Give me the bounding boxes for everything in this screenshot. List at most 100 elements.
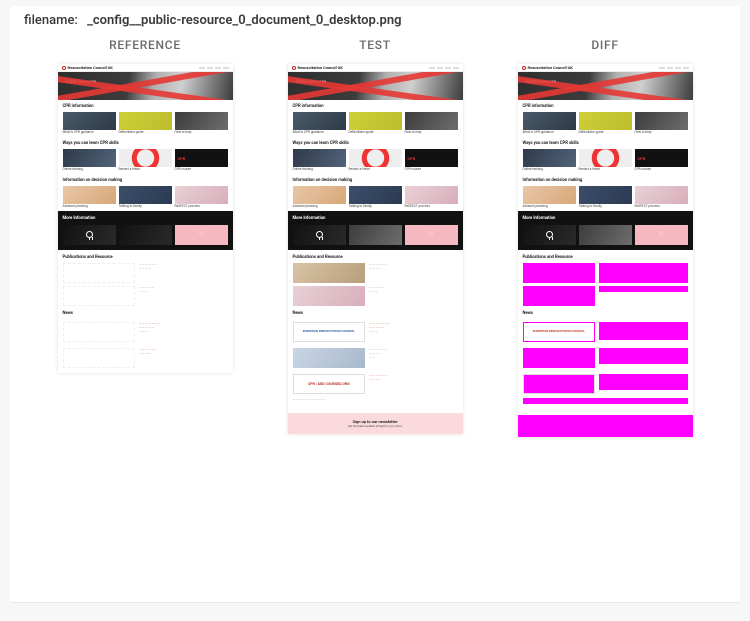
section-more-info: More Information xyxy=(58,211,233,249)
hero-title: Public Resource xyxy=(296,80,327,85)
card-caption: Defibrillator guide xyxy=(119,131,172,135)
section-heading: Publications and Resource xyxy=(523,255,688,260)
card-caption: CPR course xyxy=(635,168,688,172)
column-test: TEST Resuscitation Council UK Public Res… xyxy=(278,38,472,437)
column-diff: DIFF Resuscitation Council UK Public Res… xyxy=(508,38,702,437)
pin-icon xyxy=(316,231,323,238)
section-publications: Publications and Resource — — — — — —— —… xyxy=(288,250,463,407)
card-caption: Advance planning xyxy=(523,205,576,209)
section-heading: More Information xyxy=(523,216,688,221)
footer-text: — — — — — — — — — — — xyxy=(293,398,458,402)
newsletter-banner: Sign up to our newsletter Get the latest… xyxy=(288,413,463,434)
column-title-reference: REFERENCE xyxy=(109,38,181,52)
site-nav xyxy=(659,67,689,69)
section-heading: Publications and Resource xyxy=(63,255,228,260)
card-caption: Advance planning xyxy=(63,205,116,209)
card-caption: Advance planning xyxy=(293,205,346,209)
card-thumb xyxy=(63,112,116,130)
card-caption: Restart a Heart xyxy=(119,168,172,172)
card-caption: Online training xyxy=(63,168,116,172)
pin-icon xyxy=(86,231,93,238)
column-title-test: TEST xyxy=(359,38,391,52)
card-caption: Restart a Heart xyxy=(579,168,632,172)
logo-icon xyxy=(522,66,526,70)
hero-banner: Public Resource xyxy=(58,72,233,100)
diff-region xyxy=(523,286,596,306)
news-blurb: — — — — — —— — — — xyxy=(139,348,157,356)
site-nav xyxy=(429,67,459,69)
snapshot-reference[interactable]: Resuscitation Council UK Public Resource… xyxy=(58,64,233,373)
card-caption: CPR course xyxy=(175,168,228,172)
pub-text: — — — — — —— — — — xyxy=(369,263,457,283)
pub-image xyxy=(293,348,366,368)
more-tile xyxy=(349,225,402,245)
newsletter-subtitle: Get the latest updates straight to your … xyxy=(292,425,459,428)
news-blurb: — — — — — — —— — — — —— — — xyxy=(369,322,390,334)
partner-logo-text: CPR | AED COURSES.ORG xyxy=(308,382,350,386)
card-caption: What is CPR guidance xyxy=(293,131,346,135)
site-header: Resuscitation Council UK xyxy=(58,64,233,72)
card-thumb xyxy=(175,112,228,130)
pub-text: — — — — —— — — xyxy=(369,286,457,306)
snapshot-test[interactable]: Resuscitation Council UK Public Resource… xyxy=(288,64,463,434)
diff-region xyxy=(523,398,688,404)
card-thumb xyxy=(119,149,172,167)
divider xyxy=(10,602,740,603)
section-heading: CPR information xyxy=(523,104,688,109)
card-thumb xyxy=(119,186,172,204)
pub-image xyxy=(293,286,366,306)
card-thumb xyxy=(63,149,116,167)
site-brand: Resuscitation Council UK xyxy=(298,65,343,70)
site-nav xyxy=(199,67,229,69)
hero-banner: Public Resource xyxy=(288,72,463,100)
partner-logo-cpr: CPR | AED COURSES.ORG xyxy=(293,374,366,394)
pub-image xyxy=(63,263,136,283)
diff-region: . xyxy=(599,263,687,283)
diff-region: . xyxy=(599,322,687,340)
pub-text: — — — — —— — — xyxy=(139,286,227,306)
more-tile xyxy=(119,225,172,245)
card-thumb xyxy=(119,112,172,130)
news-blurb: — — — — — — —— — — — —— — — xyxy=(139,322,160,334)
section-heading: CPR information xyxy=(293,104,458,109)
diff-region xyxy=(523,348,596,368)
news-blurb: — — — — — —— — — — xyxy=(369,374,387,382)
snapshot-diff[interactable]: Resuscitation Council UK Public Resource… xyxy=(518,64,693,437)
site-brand: Resuscitation Council UK xyxy=(68,65,113,70)
section-more-info: More Information xyxy=(518,211,693,249)
diff-region: . xyxy=(599,374,687,390)
section-learn: Ways you can learn CPR skills Online tra… xyxy=(58,137,233,174)
diff-region: . xyxy=(523,374,596,394)
diff-region-newsletter: .. xyxy=(518,415,693,436)
site-brand: Resuscitation Council UK xyxy=(528,65,573,70)
card-badge: CPR xyxy=(638,156,646,161)
more-tile xyxy=(63,225,116,245)
more-tile xyxy=(175,225,228,245)
section-heading: Information on decision making xyxy=(523,178,688,183)
logo-icon xyxy=(62,66,66,70)
card-caption: ReSPECT process xyxy=(635,205,688,209)
column-title-diff: DIFF xyxy=(591,38,618,52)
card-caption: How to help xyxy=(175,131,228,135)
logo-icon xyxy=(292,66,296,70)
hero-title: Public Resource xyxy=(66,80,97,85)
card-caption: How to help xyxy=(405,131,458,135)
card-caption: Defibrillator guide xyxy=(349,131,402,135)
news-blurb: — — — — — —— — — —— — xyxy=(369,348,387,360)
section-heading: Ways you can learn CPR skills xyxy=(523,141,688,146)
partner-logo-erc: EUROPEAN RESUSCITATION COUNCIL xyxy=(293,322,366,342)
section-heading: News xyxy=(293,311,458,316)
diff-region: . xyxy=(599,348,687,364)
comparison-panel: filename: _config__public-resource_0_doc… xyxy=(10,6,740,603)
site-header: Resuscitation Council UK xyxy=(288,64,463,72)
partner-logo xyxy=(63,348,136,368)
section-cpr: CPR information What is CPR guidance Def… xyxy=(58,100,233,137)
partner-logo-erc: EUROPEAN RESUSCITATION COUNCIL xyxy=(523,322,596,342)
section-heading: CPR information xyxy=(63,104,228,109)
section-heading: More Information xyxy=(63,216,228,221)
card-caption: What is CPR guidance xyxy=(63,131,116,135)
card-caption: Talking to family xyxy=(579,205,632,209)
card-thumb xyxy=(63,186,116,204)
card-caption: Defibrillator guide xyxy=(579,131,632,135)
card-badge: CPR xyxy=(408,156,416,161)
